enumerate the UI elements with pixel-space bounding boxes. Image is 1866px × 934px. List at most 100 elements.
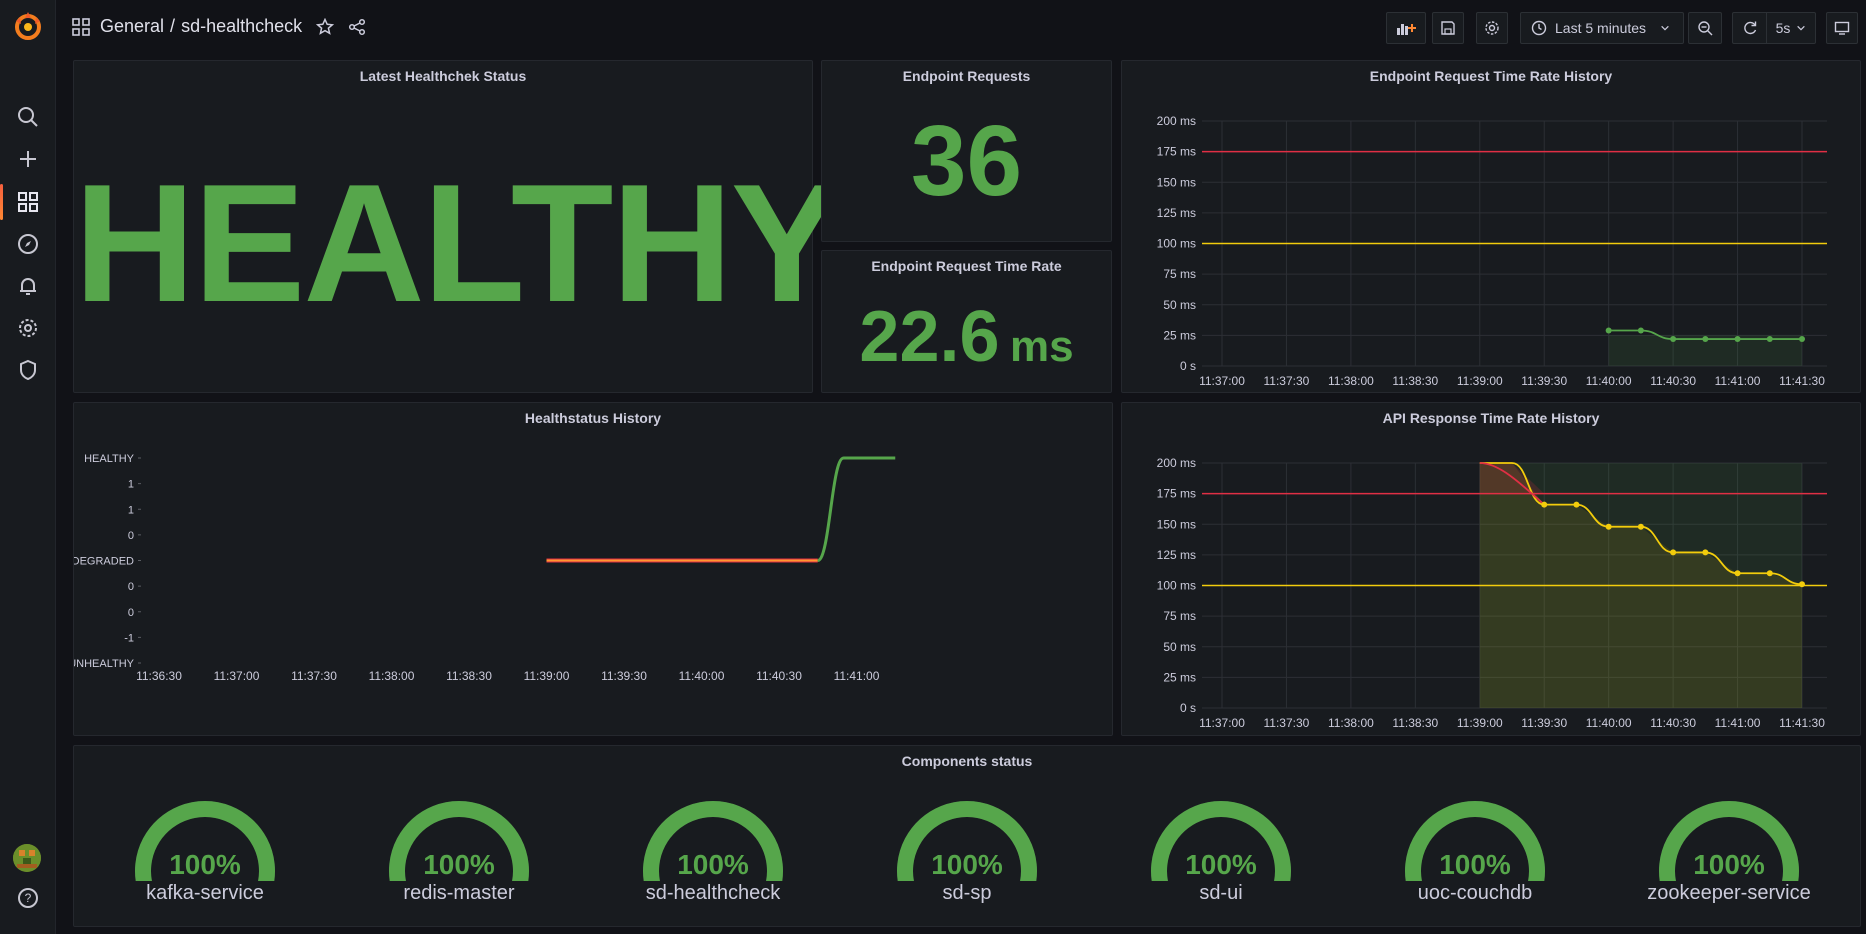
gauge-sd-healthcheck[interactable]: 100% sd-healthcheck — [613, 786, 813, 926]
panel-latest-status[interactable]: Latest Healthchek Status HEALTHY — [73, 60, 843, 393]
gauge-label: uoc-couchdb — [1417, 882, 1533, 904]
x-tick-label: 11:40:00 — [679, 669, 725, 683]
panel-endpoint-requests[interactable]: Endpoint Requests 36 — [821, 60, 1112, 242]
x-tick-label: 11:38:30 — [446, 669, 492, 683]
x-tick-label: 11:37:00 — [1199, 374, 1245, 388]
data-point — [1734, 570, 1741, 577]
panel-endpoint-time-rate[interactable]: Endpoint Request Time Rate 22.6 ms — [821, 250, 1112, 393]
top-navbar: General / sd-healthcheck Last 5 minutes … — [56, 0, 1866, 56]
data-point — [1573, 501, 1580, 508]
chevron-down-icon — [1797, 25, 1806, 31]
breadcrumb-folder[interactable]: General — [100, 16, 164, 37]
tv-mode-button[interactable] — [1826, 12, 1858, 44]
avatar[interactable] — [13, 844, 41, 872]
panel-title: Latest Healthchek Status — [359, 68, 527, 84]
y-tick-label: 25 ms — [1163, 328, 1196, 342]
gauge-label: sd-healthcheck — [645, 882, 781, 904]
data-point — [1799, 581, 1805, 588]
dashboards-icon[interactable] — [12, 186, 44, 218]
share-icon[interactable] — [348, 18, 366, 36]
help-icon[interactable]: ? — [12, 882, 44, 914]
x-tick-label: 11:39:30 — [1521, 716, 1567, 730]
alerting-bell-icon[interactable] — [12, 270, 44, 302]
y-tick-label: 150 ms — [1157, 175, 1196, 189]
y-tick-label: 175 ms — [1157, 487, 1196, 501]
health-history-chart: UNHEALTHY -1 0 0 DEGRADED 0 1 1 HEALTHY 11:36:30 1… — [74, 453, 896, 683]
dashboard-grid-icon — [72, 17, 90, 36]
data-point — [1766, 336, 1773, 343]
y-tick-label: 0 — [128, 607, 134, 619]
gauge-value: 100% — [677, 849, 749, 880]
gauge-label: redis-master — [403, 882, 515, 904]
time-picker-button[interactable]: Last 5 minutes — [1520, 12, 1684, 44]
x-tick-label: 11:38:00 — [1328, 374, 1374, 388]
panel-endpoint-history[interactable]: Endpoint Request Time Rate History 0 s 25… — [1121, 60, 1861, 393]
panel-health-history[interactable]: Healthstatus History UNHEALTHY -1 0 0 DEGRAD… — [73, 402, 1113, 736]
shield-icon[interactable] — [12, 354, 44, 386]
x-tick-label: 11:40:30 — [756, 669, 802, 683]
x-tick-label: 11:37:30 — [291, 669, 337, 683]
gauge-label: kafka-service — [146, 882, 264, 904]
x-tick-label: 11:37:00 — [214, 669, 260, 683]
add-panel-button[interactable] — [1386, 12, 1426, 44]
gauge-uoc-couchdb[interactable]: 100% uoc-couchdb — [1375, 786, 1575, 926]
gauge-sd-ui[interactable]: 100% sd-ui — [1121, 786, 1321, 926]
y-tick-label: 0 s — [1180, 701, 1196, 715]
y-tick-label: 50 ms — [1163, 640, 1196, 654]
data-point — [1799, 336, 1805, 343]
x-tick-label: 11:37:30 — [1264, 716, 1310, 730]
data-point — [1766, 570, 1773, 577]
x-tick-label: 11:37:00 — [1199, 716, 1245, 730]
data-point — [1702, 336, 1709, 343]
zoom-out-button[interactable] — [1688, 12, 1722, 44]
panel-api-history[interactable]: API Response Time Rate History 0 s 25 ms 5… — [1121, 402, 1861, 736]
search-icon[interactable] — [12, 101, 44, 133]
x-tick-label: 11:40:30 — [1650, 374, 1696, 388]
y-tick-label: 50 ms — [1163, 298, 1196, 312]
star-icon[interactable] — [316, 17, 335, 36]
y-tick-label: 175 ms — [1157, 145, 1196, 159]
y-tick-label: 25 ms — [1163, 670, 1196, 684]
gauge-sd-sp[interactable]: 100% sd-sp — [867, 786, 1067, 926]
save-dashboard-button[interactable] — [1432, 12, 1464, 44]
breadcrumb: General / sd-healthcheck — [72, 16, 366, 37]
gauge-kafka-service[interactable]: 100% kafka-service — [105, 786, 305, 926]
gauge-value: 100% — [169, 849, 241, 880]
refresh-icon — [1743, 21, 1756, 35]
plus-icon[interactable] — [12, 143, 44, 175]
x-tick-label: 11:39:00 — [1457, 716, 1503, 730]
x-tick-label: 11:38:00 — [369, 669, 415, 683]
gauge-redis-master[interactable]: 100% redis-master — [359, 786, 559, 926]
active-indicator — [0, 184, 3, 220]
y-tick-label: 150 ms — [1157, 517, 1196, 531]
refresh-button[interactable] — [1732, 12, 1766, 44]
api-history-chart: 0 s 25 ms 50 ms 75 ms 100 ms 125 ms 150 ms 175 … — [1157, 456, 1827, 730]
x-tick-label: 11:39:00 — [1457, 374, 1503, 388]
panel-title: Endpoint Request Time Rate — [871, 258, 1062, 274]
gauge-value: 100% — [1693, 849, 1765, 880]
x-tick-label: 11:41:00 — [1715, 716, 1761, 730]
health-status-value: HEALTHY — [74, 149, 843, 337]
panel-components-status[interactable]: Components status 100% kafka-service 100% r… — [73, 745, 1861, 927]
refresh-interval-picker[interactable]: 5s — [1766, 12, 1816, 44]
endpoint-history-chart: 0 s 25 ms 50 ms 75 ms 100 ms 125 ms 150 ms 175 … — [1157, 114, 1827, 388]
y-tick-label: -1 — [124, 632, 134, 644]
y-tick-label: 200 ms — [1157, 114, 1196, 128]
gear-icon[interactable] — [12, 312, 44, 344]
data-point — [1541, 501, 1548, 508]
data-point — [1637, 523, 1644, 530]
grafana-logo-icon[interactable] — [11, 9, 45, 43]
y-tick-label: 0 — [128, 530, 134, 542]
series-line — [816, 456, 896, 562]
y-tick-label: 100 ms — [1157, 237, 1196, 251]
gauge-zookeeper-service[interactable]: 100% zookeeper-service — [1629, 786, 1829, 926]
y-tick-label: DEGRADED — [74, 556, 134, 568]
data-point — [1605, 523, 1612, 530]
panel-title: API Response Time Rate History — [1382, 410, 1600, 426]
y-tick-label: UNHEALTHY — [74, 658, 135, 670]
explore-compass-icon[interactable] — [12, 228, 44, 260]
dashboard-settings-button[interactable] — [1476, 12, 1508, 44]
save-icon — [1441, 21, 1455, 35]
y-tick-label: 75 ms — [1163, 609, 1196, 623]
breadcrumb-dashboard[interactable]: sd-healthcheck — [181, 16, 302, 37]
